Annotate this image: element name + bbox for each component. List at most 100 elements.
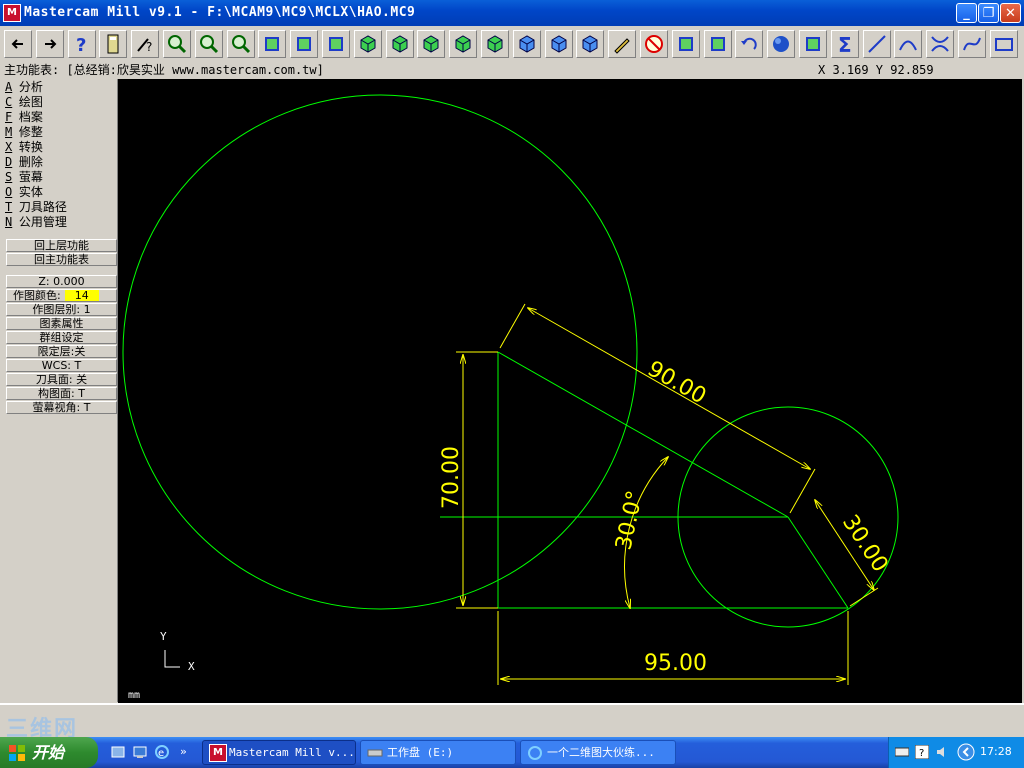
wcs-button[interactable]: WCS: T — [6, 359, 117, 372]
help-tray-icon[interactable]: ? — [915, 745, 929, 759]
rotate-view-button[interactable] — [322, 30, 350, 58]
arc-icon — [899, 40, 918, 51]
arc-button[interactable] — [894, 30, 923, 58]
cube-side-button[interactable] — [417, 30, 446, 58]
large-circle[interactable] — [122, 94, 638, 610]
title-bar[interactable]: M Mastercam Mill v9.1 - F:\MCAM9\MC9\MCL… — [0, 0, 1024, 26]
quicklaunch-expand-icon[interactable]: » — [180, 745, 187, 758]
task-mastercam[interactable]: M Mastercam Mill v... — [202, 740, 356, 765]
dim-90-ext-end — [789, 468, 816, 514]
cube-blue-button[interactable] — [544, 30, 573, 58]
mask-button[interactable]: 限定层:关 — [6, 345, 117, 358]
task-explorer-drive[interactable]: 工作盘 (E:) — [360, 740, 516, 765]
layers-icon — [710, 37, 725, 51]
start-button[interactable]: 开始 — [0, 737, 98, 768]
start-label: 开始 — [32, 743, 65, 762]
dim-70-text[interactable]: 70.00 — [439, 446, 464, 509]
quicklaunch-tools-icon[interactable] — [110, 744, 126, 760]
menu-item-create[interactable]: C 绘图 — [5, 95, 43, 110]
menu-item-solids[interactable]: O 实体 — [5, 185, 43, 200]
select-window-button[interactable] — [290, 30, 319, 58]
sphere-button[interactable] — [767, 30, 796, 58]
line-icon — [867, 35, 886, 53]
calculator-button[interactable] — [99, 30, 128, 58]
dim-30-ext-end — [849, 587, 879, 607]
cube-iso-button[interactable] — [449, 30, 478, 58]
forward-arrow-button[interactable] — [35, 30, 64, 58]
zoom-window-button[interactable] — [163, 30, 191, 58]
menu-item-xform[interactable]: X 转换 — [5, 140, 43, 155]
mastercam-app-icon[interactable]: M — [3, 4, 21, 22]
cube-iso-icon — [455, 35, 471, 53]
layers-button[interactable] — [703, 30, 732, 58]
cube-wire-icon — [519, 35, 535, 53]
minimize-button[interactable]: _ — [956, 3, 977, 23]
query-button[interactable]: ? — [131, 30, 160, 58]
menu-item-modify[interactable]: M 修整 — [5, 125, 43, 140]
help-button[interactable]: ? — [67, 30, 96, 58]
forward-arrow-icon — [44, 39, 57, 49]
clock[interactable]: 17:28 — [980, 745, 1012, 758]
pencil-button[interactable] — [608, 30, 637, 58]
restore-button[interactable]: ❐ — [978, 3, 999, 23]
keyboard-icon[interactable] — [895, 746, 909, 758]
cube-top-icon — [360, 35, 376, 53]
zoom-out-button[interactable] — [194, 30, 223, 58]
attributes-button[interactable]: 图素属性 — [6, 317, 117, 330]
ie-task-icon — [528, 746, 542, 760]
group-icon — [806, 37, 820, 51]
cube-outline-button[interactable] — [576, 30, 605, 58]
menu-item-nc-utils[interactable]: N 公用管理 — [5, 215, 67, 230]
spline-icon — [963, 37, 981, 51]
construction-plane-button[interactable]: 构图面: T — [6, 387, 117, 400]
cube-top-button[interactable] — [353, 30, 382, 58]
dim-90-text[interactable]: 90.00 — [643, 356, 710, 409]
back-upper-button[interactable]: 回上层功能 — [6, 239, 117, 252]
group-button[interactable] — [799, 30, 827, 58]
close-button[interactable]: ✕ — [1000, 3, 1021, 23]
undo-button[interactable] — [735, 30, 764, 58]
angle-text[interactable]: 30.0° — [611, 488, 648, 552]
main-color-button[interactable]: 作图颜色: 14 — [6, 289, 117, 302]
transform-button[interactable] — [671, 30, 700, 58]
svg-text:?: ? — [919, 748, 924, 759]
cube-wire-button[interactable] — [512, 30, 541, 58]
dim-95-text[interactable]: 95.00 — [644, 651, 707, 676]
menu-item-analyze[interactable]: A 分析 — [5, 80, 43, 95]
cube-outline-icon — [582, 35, 598, 53]
z-depth-button[interactable]: Z: 0.000 — [6, 275, 117, 288]
task-ie-page[interactable]: 一个二维图大伙练... — [520, 740, 676, 765]
rectangle-button[interactable] — [989, 30, 1018, 58]
menu-item-file[interactable]: F 档案 — [5, 110, 43, 125]
calculator-icon — [107, 34, 119, 54]
graphics-area[interactable]: 90.00 70.00 30.00 95.00 30.0° Y X mm — [118, 79, 1022, 703]
trim-button[interactable] — [926, 30, 955, 58]
zoom-fit-button[interactable] — [226, 30, 255, 58]
transform-icon — [678, 37, 693, 51]
tray-expand-icon[interactable] — [957, 743, 975, 761]
lower-slanted-line[interactable] — [787, 516, 849, 609]
sigma-button[interactable]: Σ — [830, 30, 859, 58]
tool-plane-button[interactable]: 刀具面: 关 — [6, 373, 117, 386]
cube-shaded-button[interactable] — [481, 30, 509, 58]
dim-30-text[interactable]: 30.00 — [837, 511, 893, 577]
menu-item-delete[interactable]: D 删除 — [5, 155, 43, 170]
graphics-view-button[interactable]: 萤幕视角: T — [6, 401, 117, 414]
mastercam-task-icon: M — [209, 744, 227, 762]
no-entry-button[interactable] — [640, 30, 668, 58]
rectangle-icon — [994, 38, 1013, 51]
internet-explorer-icon[interactable]: e — [154, 744, 170, 760]
select-window-icon — [297, 37, 312, 51]
menu-item-screen[interactable]: S 萤幕 — [5, 170, 43, 185]
show-desktop-icon[interactable] — [132, 744, 148, 760]
back-main-button[interactable]: 回主功能表 — [6, 253, 117, 266]
main-level-button[interactable]: 作图层别: 1 — [6, 303, 117, 316]
menu-item-toolpaths[interactable]: T 刀具路径 — [5, 200, 67, 215]
line-button[interactable] — [862, 30, 891, 58]
volume-icon[interactable] — [935, 745, 949, 759]
spline-button[interactable] — [958, 30, 986, 58]
groups-button[interactable]: 群组设定 — [6, 331, 117, 344]
cube-front-button[interactable] — [385, 30, 414, 58]
back-arrow-button[interactable] — [4, 30, 32, 58]
pan-button[interactable] — [258, 30, 287, 58]
